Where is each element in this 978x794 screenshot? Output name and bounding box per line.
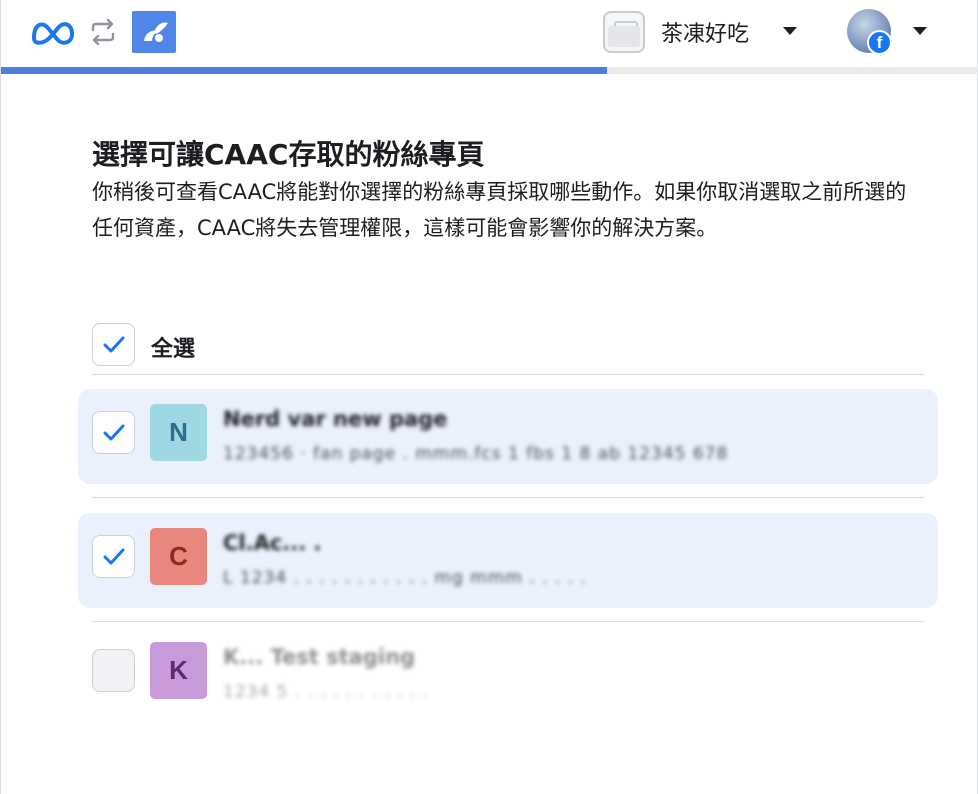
- page-name: Nerd var new page: [223, 407, 448, 431]
- page-row[interactable]: C Cl.Ac... . L 1234 . . . . . . . . . . …: [78, 513, 938, 608]
- check-icon: [103, 336, 125, 353]
- briefcase-icon: [603, 11, 645, 53]
- top-bar: 茶凍好吃 f: [1, 0, 978, 66]
- divider: [92, 374, 924, 375]
- page-meta: 123456 · fan page . mmm.fcs 1 fbs 1 8 ab…: [223, 444, 729, 464]
- page-avatar: K: [150, 642, 207, 699]
- chevron-down-icon[interactable]: [783, 27, 797, 35]
- page-avatar: C: [150, 528, 207, 585]
- page-checkbox[interactable]: [92, 411, 135, 454]
- divider: [92, 497, 924, 498]
- page-row[interactable]: K K... Test staging 1234 5 . . . . . . .…: [78, 627, 938, 722]
- app-frame: 茶凍好吃 f 選擇可讓CAAC存取的粉絲專頁 你稍後可查看CAAC將能對你選擇的…: [0, 0, 978, 794]
- app-icon[interactable]: [132, 11, 176, 53]
- progress-bar: [1, 67, 978, 74]
- page-checkbox[interactable]: [92, 649, 135, 692]
- meta-logo-icon[interactable]: [30, 16, 76, 46]
- page-meta: 1234 5 . . . . . . . . . . .: [223, 682, 430, 702]
- page-name: K... Test staging: [223, 645, 416, 669]
- check-icon: [103, 548, 125, 565]
- page-name: Cl.Ac... .: [223, 531, 322, 555]
- facebook-icon: f: [867, 30, 892, 55]
- progress-fill: [1, 67, 608, 74]
- page-row[interactable]: N Nerd var new page 123456 · fan page . …: [78, 389, 938, 484]
- page-checkbox[interactable]: [92, 535, 135, 578]
- chevron-down-icon: [913, 27, 927, 35]
- business-name: 茶凍好吃: [661, 22, 750, 47]
- business-selector[interactable]: 茶凍好吃: [603, 10, 803, 54]
- swap-icon[interactable]: [87, 17, 119, 47]
- page-description: 你稍後可查看CAAC將能對你選擇的粉絲專頁採取哪些動作。如果你取消選取之前所選的…: [92, 180, 907, 240]
- check-icon: [103, 424, 125, 441]
- select-all-label: 全選: [151, 337, 196, 362]
- page-title: 選擇可讓CAAC存取的粉絲專頁: [92, 138, 485, 171]
- page-avatar: N: [150, 404, 207, 461]
- page-meta: L 1234 . . . . . . . . . . . mg mmm . . …: [223, 568, 587, 588]
- divider: [92, 621, 924, 622]
- account-menu[interactable]: f: [847, 9, 937, 55]
- select-all-checkbox[interactable]: [92, 323, 135, 366]
